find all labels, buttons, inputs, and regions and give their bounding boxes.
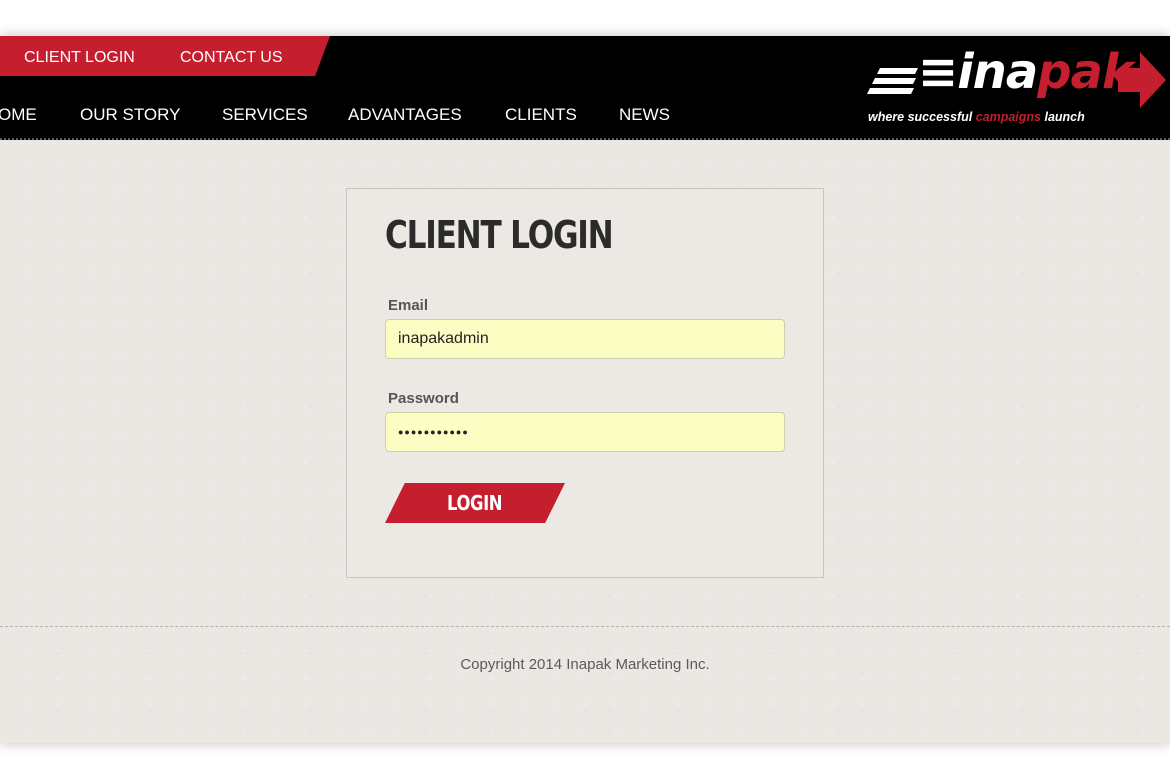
nav-our-story[interactable]: OUR STORY [80, 105, 180, 125]
speed-lines-icon [867, 68, 918, 94]
logo-wordmark: ≡inapak [918, 42, 1134, 102]
logo-tagline-end: launch [1041, 110, 1085, 124]
password-field[interactable] [385, 412, 785, 452]
copyright-text: Copyright 2014 Inapak Marketing Inc. [460, 656, 710, 673]
nav-news[interactable]: NEWS [619, 105, 670, 125]
inapak-logo[interactable]: ≡inapak where successful campaigns launc… [866, 44, 1166, 128]
login-title: CLIENT LOGIN [385, 213, 614, 257]
logo-tagline: where successful campaigns launch [868, 110, 1085, 124]
footer-divider [0, 626, 1170, 627]
nav-clients[interactable]: CLIENTS [505, 105, 577, 125]
nav-advantages[interactable]: ADVANTAGES [348, 105, 462, 125]
logo-word-white: ≡ina [918, 44, 1038, 100]
login-button[interactable]: LOGIN [385, 483, 565, 523]
nav-services[interactable]: SERVICES [222, 105, 308, 125]
password-label: Password [388, 390, 459, 407]
logo-tagline-start: where successful [868, 110, 976, 124]
site-header: CLIENT LOGIN CONTACT US OME OUR STORY SE… [0, 36, 1170, 140]
page-frame: CLIENT LOGIN CONTACT US OME OUR STORY SE… [0, 36, 1170, 743]
email-label: Email [388, 297, 429, 314]
logo-arrow-icon [1118, 52, 1166, 108]
login-panel: CLIENT LOGIN Email Password LOGIN [346, 188, 824, 578]
client-login-link[interactable]: CLIENT LOGIN [24, 49, 135, 67]
logo-tagline-highlight: campaigns [975, 110, 1042, 124]
contact-us-link[interactable]: CONTACT US [180, 49, 283, 67]
login-button-label: LOGIN [447, 491, 503, 515]
email-field[interactable] [385, 319, 785, 359]
nav-home[interactable]: OME [0, 105, 37, 125]
